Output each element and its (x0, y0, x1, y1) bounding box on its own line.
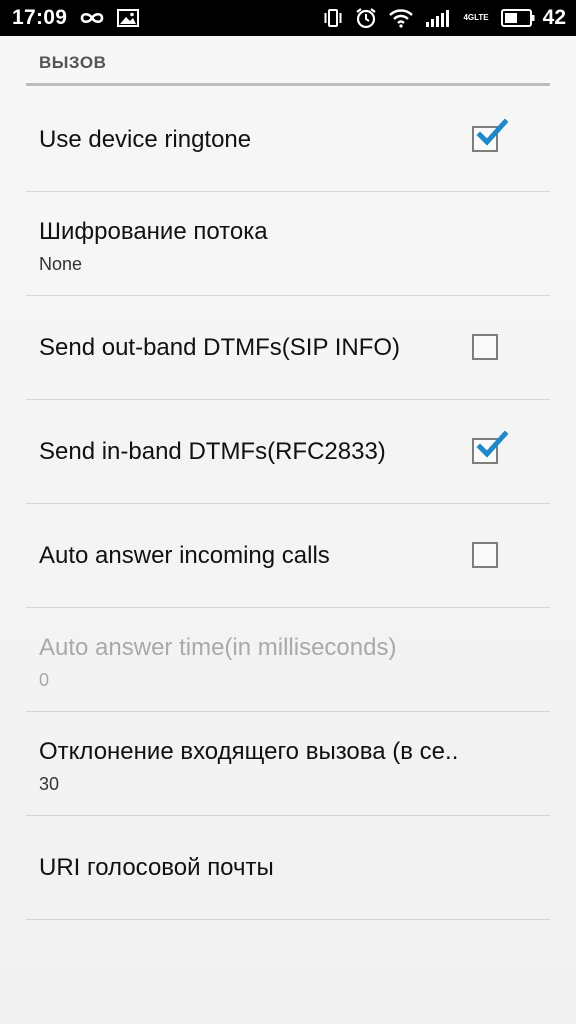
pref-title: Отклонение входящего вызова (в се.. (39, 738, 459, 765)
network-type: 4G LTE (463, 14, 488, 22)
network-type-bottom: LTE (474, 13, 489, 22)
pref-auto-answer-time: Auto answer time(in milliseconds) 0 (26, 608, 550, 712)
pref-title: URI голосовой почты (39, 854, 274, 881)
checkmark-icon (476, 118, 508, 146)
settings-list: ВЫЗОВ Use device ringtone Шифрование пот… (0, 36, 576, 1024)
status-time: 17:09 (12, 6, 68, 29)
pref-title: Send out-band DTMFs(SIP INFO) (39, 334, 401, 361)
section-header: ВЫЗОВ (26, 36, 550, 86)
pref-summary: 30 (39, 774, 60, 794)
pref-title: Send in-band DTMFs(RFC2833) (39, 438, 386, 465)
pref-summary: 0 (39, 670, 50, 690)
pref-title: Шифрование потока (39, 218, 268, 245)
status-bar: 17:09 4G LTE 42 (0, 0, 576, 36)
signal-icon (425, 9, 451, 27)
pref-send-out-band-dtmf[interactable]: Send out-band DTMFs(SIP INFO) (26, 296, 550, 400)
wifi-icon (389, 8, 414, 28)
network-type-top: 4G (463, 13, 475, 22)
in-band-dtmf-checkbox[interactable] (472, 430, 508, 464)
section-title: ВЫЗОВ (39, 53, 107, 72)
pref-send-in-band-dtmf[interactable]: Send in-band DTMFs(RFC2833) (26, 400, 550, 504)
pref-voicemail-uri[interactable]: URI голосовой почты (26, 816, 550, 920)
pref-stream-encryption[interactable]: Шифрование потока None (26, 192, 550, 296)
pref-title: Auto answer incoming calls (39, 542, 330, 569)
vibrate-icon (323, 8, 343, 28)
pref-title: Use device ringtone (39, 126, 252, 153)
pref-summary: None (39, 254, 83, 274)
pref-title: Auto answer time(in milliseconds) (39, 634, 397, 661)
battery-icon (500, 9, 535, 27)
auto-answer-checkbox[interactable] (472, 542, 498, 568)
pref-reject-incoming-call[interactable]: Отклонение входящего вызова (в се.. 30 (26, 712, 550, 816)
checkmark-icon (476, 430, 508, 458)
ringtone-checkbox[interactable] (472, 118, 508, 152)
alarm-icon (355, 7, 377, 29)
battery-level: 42 (542, 6, 566, 29)
pref-use-device-ringtone[interactable]: Use device ringtone (26, 88, 550, 192)
infinity-icon (79, 10, 105, 26)
pref-auto-answer[interactable]: Auto answer incoming calls (26, 504, 550, 608)
gallery-icon (117, 9, 140, 27)
out-band-dtmf-checkbox[interactable] (472, 334, 498, 360)
